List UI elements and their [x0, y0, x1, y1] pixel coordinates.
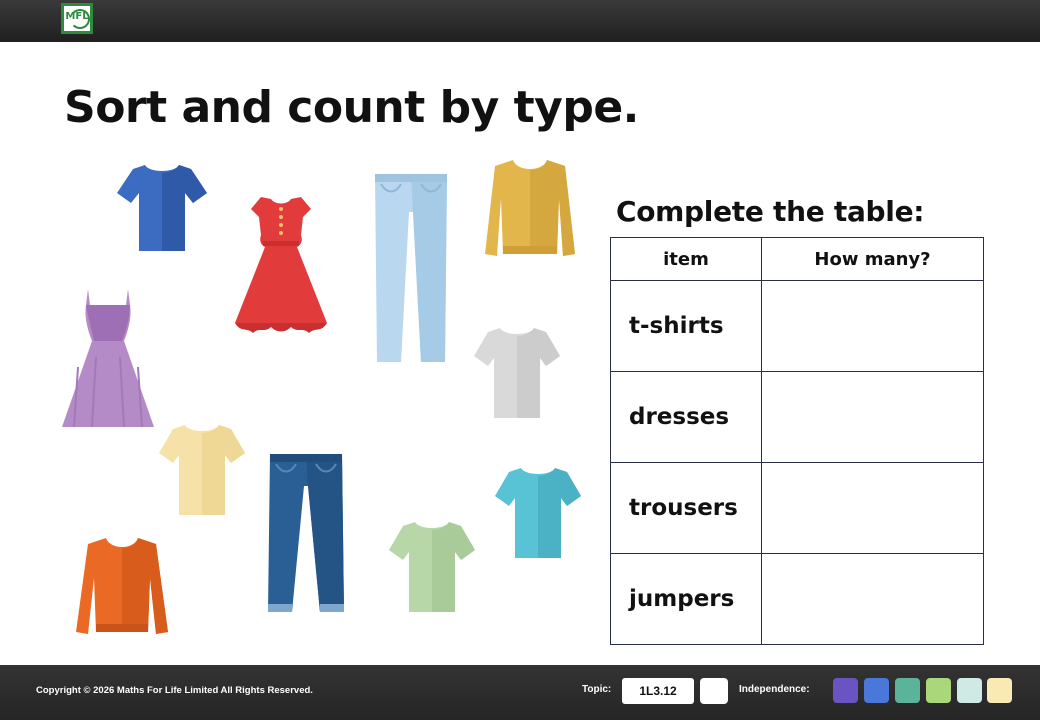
- garment-tshirt-grey: [474, 328, 560, 418]
- garment-tshirt-blue: [117, 165, 207, 251]
- header-item: item: [610, 237, 762, 281]
- garment-dress-purple: [62, 289, 154, 428]
- row-label-dresses: dresses: [610, 371, 762, 463]
- answer-cell-tshirts[interactable]: [761, 280, 984, 372]
- garment-jumper-yellow: [485, 160, 575, 256]
- independence-swatch-2[interactable]: [864, 678, 889, 703]
- mfl-logo: MFL: [61, 3, 93, 34]
- table-header-row: item How many?: [610, 237, 984, 281]
- logo-text: MFL: [65, 11, 89, 22]
- garment-jumper-orange: [76, 538, 168, 634]
- independence-swatch-3[interactable]: [895, 678, 920, 703]
- footer-bar: Copyright © 2026 Maths For Life Limited …: [0, 665, 1040, 720]
- answer-cell-jumpers[interactable]: [761, 553, 984, 645]
- garment-tshirt-cream: [159, 425, 245, 515]
- independence-swatch-6[interactable]: [987, 678, 1012, 703]
- blank-box: [700, 678, 728, 704]
- top-bar: MFL: [0, 0, 1040, 42]
- independence-swatch-1[interactable]: [833, 678, 858, 703]
- garment-dress-red: [235, 197, 327, 333]
- garment-trousers-lightblue: [375, 174, 447, 362]
- garment-trousers-darkblue: [268, 454, 344, 612]
- independence-swatch-5[interactable]: [957, 678, 982, 703]
- independence-label: Independence:: [739, 684, 810, 695]
- table-instruction: Complete the table:: [616, 195, 925, 228]
- garment-tshirt-lightgreen: [389, 522, 475, 612]
- row-label-jumpers: jumpers: [610, 553, 762, 645]
- copyright-text: Copyright © 2026 Maths For Life Limited …: [36, 685, 313, 696]
- answer-cell-trousers[interactable]: [761, 462, 984, 554]
- answer-cell-dresses[interactable]: [761, 371, 984, 463]
- page-title: Sort and count by type.: [64, 82, 639, 133]
- topic-label: Topic:: [582, 684, 612, 695]
- independence-swatch-4[interactable]: [926, 678, 951, 703]
- table-row: trousers: [610, 462, 984, 554]
- row-label-tshirts: t-shirts: [610, 280, 762, 372]
- garment-tshirt-cyan: [495, 468, 581, 558]
- table-row: jumpers: [610, 553, 984, 645]
- header-how-many: How many?: [761, 237, 984, 281]
- topic-code-badge: 1L3.12: [622, 678, 694, 704]
- table-row: t-shirts: [610, 280, 984, 372]
- count-table: item How many? t-shirts dresses trousers…: [610, 237, 984, 645]
- row-label-trousers: trousers: [610, 462, 762, 554]
- table-row: dresses: [610, 371, 984, 463]
